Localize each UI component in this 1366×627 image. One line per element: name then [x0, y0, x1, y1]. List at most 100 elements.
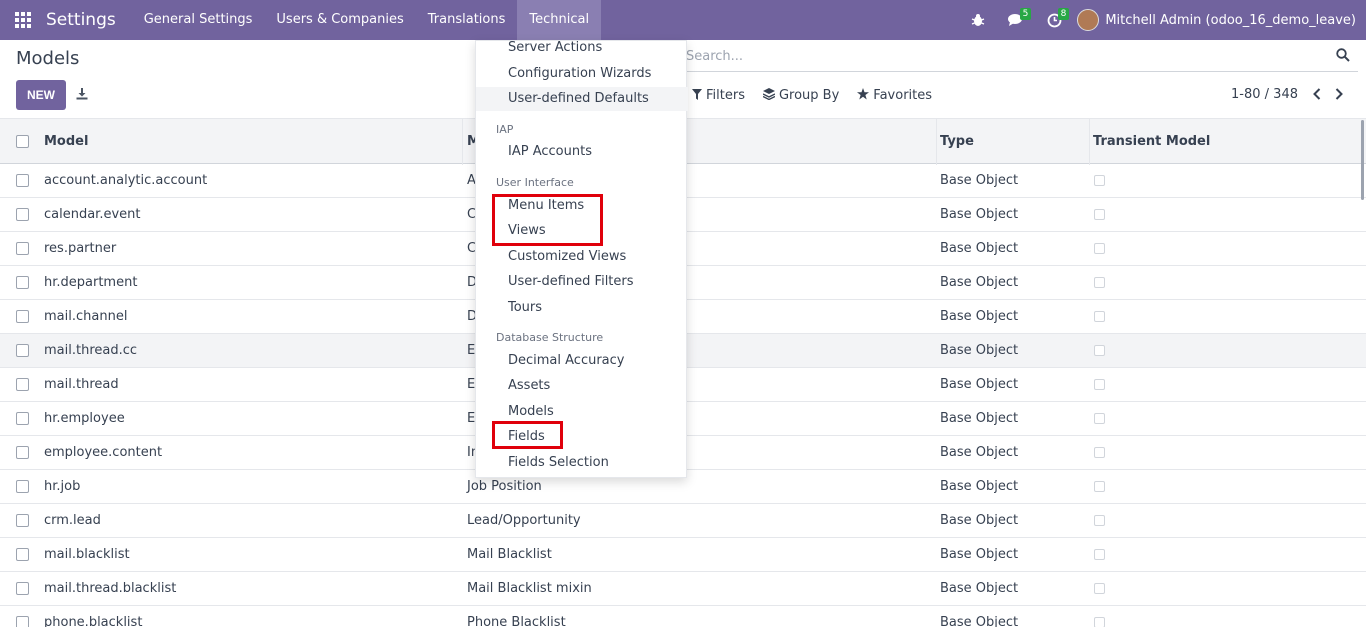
transient-checkbox [1094, 413, 1105, 424]
cell-model: mail.thread [44, 377, 119, 392]
row-checkbox[interactable] [16, 208, 29, 221]
highlight-box-menu-items-views [492, 194, 603, 246]
cell-model: mail.thread.cc [44, 343, 138, 358]
table-row[interactable]: phone.blacklist Phone Blacklist Base Objec… [0, 606, 1366, 627]
select-all-checkbox[interactable] [16, 135, 29, 148]
menu-item-user-defined-defaults[interactable]: User-defined Defaults [476, 87, 688, 111]
app-brand[interactable]: Settings [46, 0, 124, 40]
highlight-box-fields [492, 421, 563, 449]
favorites-label: Favorites [873, 88, 933, 103]
apps-menu-icon[interactable] [0, 0, 46, 40]
cell-model: calendar.event [44, 207, 141, 222]
technical-dropdown-menu: Server Actions Configuration Wizards Use… [475, 40, 688, 478]
section-header-iap: IAP [496, 123, 514, 136]
row-checkbox[interactable] [16, 174, 29, 187]
cell-type: Base Object [940, 615, 1019, 627]
header-type[interactable]: Type [940, 134, 974, 149]
debug-bug-icon[interactable] [959, 0, 997, 40]
cell-model: hr.employee [44, 411, 125, 426]
row-checkbox[interactable] [16, 548, 29, 561]
layers-icon [762, 88, 776, 103]
group-by-button[interactable]: Group By [762, 88, 839, 103]
cell-model-description: Mail Blacklist [467, 547, 552, 562]
menu-item-iap-accounts[interactable]: IAP Accounts [476, 140, 688, 164]
row-checkbox[interactable] [16, 310, 29, 323]
row-checkbox[interactable] [16, 446, 29, 459]
menu-item-customized-views[interactable]: Customized Views [476, 245, 688, 269]
menu-translations[interactable]: Translations [416, 0, 518, 40]
cell-model-description: Job Position [467, 479, 542, 494]
table-row[interactable]: mail.blacklist Mail Blacklist Base Object [0, 538, 1366, 572]
cell-model: hr.job [44, 479, 81, 494]
transient-checkbox [1094, 549, 1105, 560]
cell-model: phone.blacklist [44, 615, 143, 627]
cell-model: res.partner [44, 241, 117, 256]
pager-value[interactable]: 1-80 / 348 [1231, 87, 1298, 102]
row-checkbox[interactable] [16, 242, 29, 255]
favorites-button[interactable]: Favorites [857, 88, 932, 103]
header-model[interactable]: Model [44, 134, 88, 149]
cell-model-description: Phone Blacklist [467, 615, 566, 627]
table-row[interactable]: mail.thread.blacklist Mail Blacklist mixi… [0, 572, 1366, 606]
row-checkbox[interactable] [16, 616, 29, 627]
cell-model: crm.lead [44, 513, 101, 528]
section-header-database-structure: Database Structure [496, 331, 604, 344]
search-icon[interactable] [1336, 48, 1352, 64]
transient-checkbox [1094, 583, 1105, 594]
cell-model-description: Mail Blacklist mixin [467, 581, 592, 596]
row-checkbox[interactable] [16, 344, 29, 357]
filters-button[interactable]: Filters [692, 88, 745, 103]
cell-type: Base Object [940, 309, 1019, 324]
messages-badge: 5 [1019, 8, 1032, 20]
transient-checkbox [1094, 345, 1105, 356]
cell-model: mail.channel [44, 309, 128, 324]
activities-clock-icon[interactable]: 8 [1035, 0, 1073, 40]
filter-funnel-icon [692, 88, 702, 103]
menu-item-user-defined-filters[interactable]: User-defined Filters [476, 270, 688, 294]
transient-checkbox [1094, 175, 1105, 186]
search-input[interactable]: Search... [686, 49, 743, 64]
cell-model-description: Lead/Opportunity [467, 513, 581, 528]
cell-type: Base Object [940, 411, 1019, 426]
search-options: Filters Group By Favorites [692, 88, 950, 103]
transient-checkbox [1094, 515, 1105, 526]
menu-item-assets[interactable]: Assets [476, 374, 688, 398]
menu-item-server-actions[interactable]: Server Actions [476, 36, 688, 60]
menu-users-companies[interactable]: Users & Companies [264, 0, 415, 40]
cell-model-description: E [467, 377, 476, 392]
menu-general-settings[interactable]: General Settings [132, 0, 265, 40]
row-checkbox[interactable] [16, 514, 29, 527]
menu-technical[interactable]: Technical [517, 0, 602, 40]
transient-checkbox [1094, 209, 1105, 220]
table-row[interactable]: crm.lead Lead/Opportunity Base Object [0, 504, 1366, 538]
cell-model: hr.department [44, 275, 138, 290]
row-checkbox[interactable] [16, 582, 29, 595]
messages-chat-icon[interactable]: 5 [997, 0, 1035, 40]
user-menu-name[interactable]: Mitchell Admin (odoo_16_demo_leave) [1105, 13, 1356, 28]
row-checkbox[interactable] [16, 276, 29, 289]
menu-item-configuration-wizards[interactable]: Configuration Wizards [476, 62, 688, 86]
row-checkbox[interactable] [16, 412, 29, 425]
row-checkbox[interactable] [16, 480, 29, 493]
transient-checkbox [1094, 243, 1105, 254]
search-bar[interactable]: Search... [682, 44, 1358, 72]
star-icon [857, 88, 870, 103]
cell-type: Base Object [940, 173, 1019, 188]
activities-badge: 8 [1057, 8, 1070, 20]
section-header-user-interface: User Interface [496, 176, 574, 189]
download-icon[interactable] [74, 86, 90, 102]
user-avatar[interactable] [1077, 9, 1100, 31]
chevron-left-icon[interactable] [1308, 84, 1326, 104]
menu-item-decimal-accuracy[interactable]: Decimal Accuracy [476, 349, 688, 373]
cell-model: employee.content [44, 445, 163, 460]
scrollbar[interactable] [1361, 120, 1364, 200]
cell-type: Base Object [940, 207, 1019, 222]
filters-label: Filters [706, 88, 745, 103]
row-checkbox[interactable] [16, 378, 29, 391]
menu-item-fields-selection[interactable]: Fields Selection [476, 451, 688, 475]
chevron-right-icon[interactable] [1330, 84, 1348, 104]
new-button[interactable]: NEW [16, 80, 66, 110]
cell-type: Base Object [940, 445, 1019, 460]
menu-item-tours[interactable]: Tours [476, 296, 688, 320]
header-transient-model[interactable]: Transient Model [1093, 134, 1210, 149]
